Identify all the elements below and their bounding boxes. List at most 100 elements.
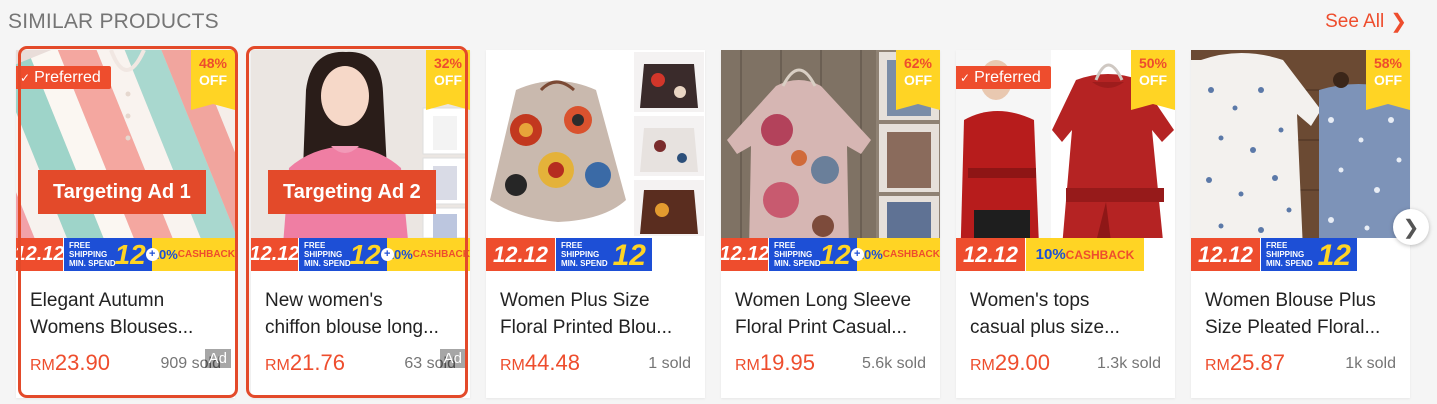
product-price: RM44.48	[500, 350, 580, 376]
price-value: 19.95	[759, 350, 815, 375]
product-name-line-1: Women Plus Size	[500, 290, 650, 311]
product-name-line-2: chiffon blouse long...	[265, 317, 439, 338]
product-name-line-2: Floral Print Casual...	[735, 317, 908, 338]
free-shipping-badge: FREE SHIPPING MIN. SPEND 12 +	[769, 238, 864, 271]
sold-count: 1 sold	[648, 355, 691, 372]
product-name-line-2: Floral Printed Blou...	[500, 317, 673, 338]
discount-badge: 48% OFF	[191, 50, 235, 110]
product-name-line-2: Womens Blouses...	[30, 317, 194, 338]
price-currency: RM	[30, 357, 55, 374]
sold-count: 1k sold	[1345, 355, 1396, 372]
price-value: 23.90	[54, 350, 110, 375]
discount-badge: 58% OFF	[1366, 50, 1410, 110]
discount-badge: 62% OFF	[896, 50, 940, 110]
check-icon: ✓	[960, 71, 971, 85]
product-name: New women's chiffon blouse long...	[265, 287, 458, 341]
free-shipping-l2: SHIPPING	[304, 250, 343, 259]
cashback-percent: 10%	[1035, 246, 1066, 263]
section-header: SIMILAR PRODUCTS See All ❯	[8, 8, 1407, 36]
product-name-line-1: Elegant Autumn	[30, 290, 165, 311]
price-currency: RM	[735, 357, 760, 374]
cashback-badge: 10% CASHBACK	[386, 238, 470, 271]
free-shipping-badge: FREE SHIPPING MIN. SPEND 12	[556, 238, 652, 272]
section-title: SIMILAR PRODUCTS	[8, 10, 219, 33]
price-value: 29.00	[994, 350, 1050, 375]
product-card-1[interactable]: 32% OFF Ad 12.12 FREE SHIPPING MIN. SPEND …	[251, 50, 470, 398]
free-shipping-l3: MIN. SPEND	[774, 259, 821, 268]
cashback-word: CASHBACK	[1065, 247, 1135, 262]
product-card-5[interactable]: 58% OFF 12.12 FREE SHIPPING MIN. SPEND 12 …	[1191, 50, 1410, 398]
discount-off: OFF	[904, 72, 932, 88]
cashback-badge: 10% CASHBACK	[856, 238, 940, 271]
product-card-0[interactable]: ✓ Preferred 48% OFF Ad 12.12 FREE SHIPPING…	[16, 50, 235, 398]
sold-count: 1.3k sold	[1096, 355, 1161, 372]
promo-banner: 12.12 FREE SHIPPING MIN. SPEND 12	[1191, 238, 1410, 272]
product-price: RM25.87	[1205, 350, 1285, 376]
target-label-2: Targeting Ad 2	[268, 170, 436, 214]
ad-badge: Ad	[204, 349, 231, 368]
product-name-line-1: Women's tops	[970, 290, 1090, 311]
preferred-badge: ✓ Preferred	[956, 66, 1051, 89]
next-arrow-button[interactable]: ❯	[1393, 209, 1429, 245]
sold-count: 5.6k sold	[861, 355, 926, 372]
free-shipping-l3: MIN. SPEND	[69, 259, 116, 268]
free-shipping-badge: FREE SHIPPING MIN. SPEND 12 +	[299, 238, 394, 271]
product-name: Women Plus Size Floral Printed Blou...	[500, 287, 693, 341]
plus-icon: +	[380, 248, 394, 261]
free-shipping-l1: FREE	[561, 241, 583, 250]
preferred-label: Preferred	[974, 69, 1041, 86]
discount-off: OFF	[199, 72, 227, 88]
discount-off: OFF	[1374, 72, 1402, 88]
free-shipping-number: 12	[819, 239, 851, 270]
product-card-4[interactable]: ✓ Preferred 50% OFF 12.12 10% CASHBACK Wo…	[956, 50, 1175, 398]
product-name: Women Long Sleeve Floral Print Casual...	[735, 287, 928, 341]
discount-percent: 32%	[433, 55, 463, 71]
promo-banner: 12.12 FREE SHIPPING MIN. SPEND 12 + 10% CA…	[721, 238, 940, 271]
price-value: 21.76	[289, 350, 345, 375]
price-currency: RM	[1205, 357, 1230, 374]
check-icon: ✓	[20, 71, 31, 85]
product-price: RM21.76	[265, 350, 345, 376]
promo-banner: 12.12 FREE SHIPPING MIN. SPEND 12	[486, 238, 705, 272]
promo-1212: 12.12	[251, 238, 300, 271]
product-price: RM23.90	[30, 350, 110, 376]
product-name: Women's tops casual plus size...	[970, 287, 1163, 341]
free-shipping-number: 12	[114, 239, 146, 270]
ad-badge: Ad	[439, 349, 466, 368]
promo-1212: 12.12	[721, 238, 770, 271]
discount-off: OFF	[1139, 72, 1167, 88]
price-currency: RM	[265, 357, 290, 374]
product-name-line-1: Women Long Sleeve	[735, 290, 912, 311]
product-name-line-1: New women's	[265, 290, 383, 311]
free-shipping-l1: FREE	[69, 241, 91, 250]
product-card-3[interactable]: 62% OFF 12.12 FREE SHIPPING MIN. SPEND 12 …	[721, 50, 940, 398]
free-shipping-number: 12	[349, 239, 381, 270]
product-card-2[interactable]: 12.12 FREE SHIPPING MIN. SPEND 12 Women Pl…	[486, 50, 705, 398]
cashback-word: CASHBACK	[412, 249, 470, 260]
free-shipping-badge: FREE SHIPPING MIN. SPEND 12	[1261, 238, 1357, 272]
product-price: RM19.95	[735, 350, 815, 376]
preferred-badge: ✓ Preferred	[16, 66, 111, 89]
free-shipping-l2: SHIPPING	[561, 250, 600, 259]
free-shipping-number: 12	[612, 239, 646, 272]
free-shipping-l2: SHIPPING	[69, 250, 108, 259]
product-name-line-2: Size Pleated Floral...	[1205, 317, 1381, 338]
cashback-word: CASHBACK	[882, 249, 940, 260]
free-shipping-badge: FREE SHIPPING MIN. SPEND 12 +	[64, 238, 159, 271]
cashback-badge: 10% CASHBACK	[151, 238, 235, 271]
product-name-line-1: Women Blouse Plus	[1205, 290, 1376, 311]
discount-percent: 58%	[1373, 55, 1403, 71]
promo-1212: 12.12	[486, 238, 556, 271]
cashback-word: CASHBACK	[177, 249, 235, 260]
see-all-link[interactable]: See All ❯	[1325, 11, 1407, 33]
free-shipping-l2: SHIPPING	[1266, 250, 1305, 259]
free-shipping-l2: SHIPPING	[774, 250, 813, 259]
product-name-line-2: casual plus size...	[970, 317, 1120, 338]
price-value: 44.48	[524, 350, 580, 375]
free-shipping-l1: FREE	[304, 241, 326, 250]
promo-banner: 12.12 10% CASHBACK	[956, 238, 1175, 271]
price-currency: RM	[970, 357, 995, 374]
see-all-label: See All	[1325, 11, 1385, 32]
plus-icon: +	[850, 248, 864, 261]
promo-1212: 12.12	[16, 238, 65, 271]
